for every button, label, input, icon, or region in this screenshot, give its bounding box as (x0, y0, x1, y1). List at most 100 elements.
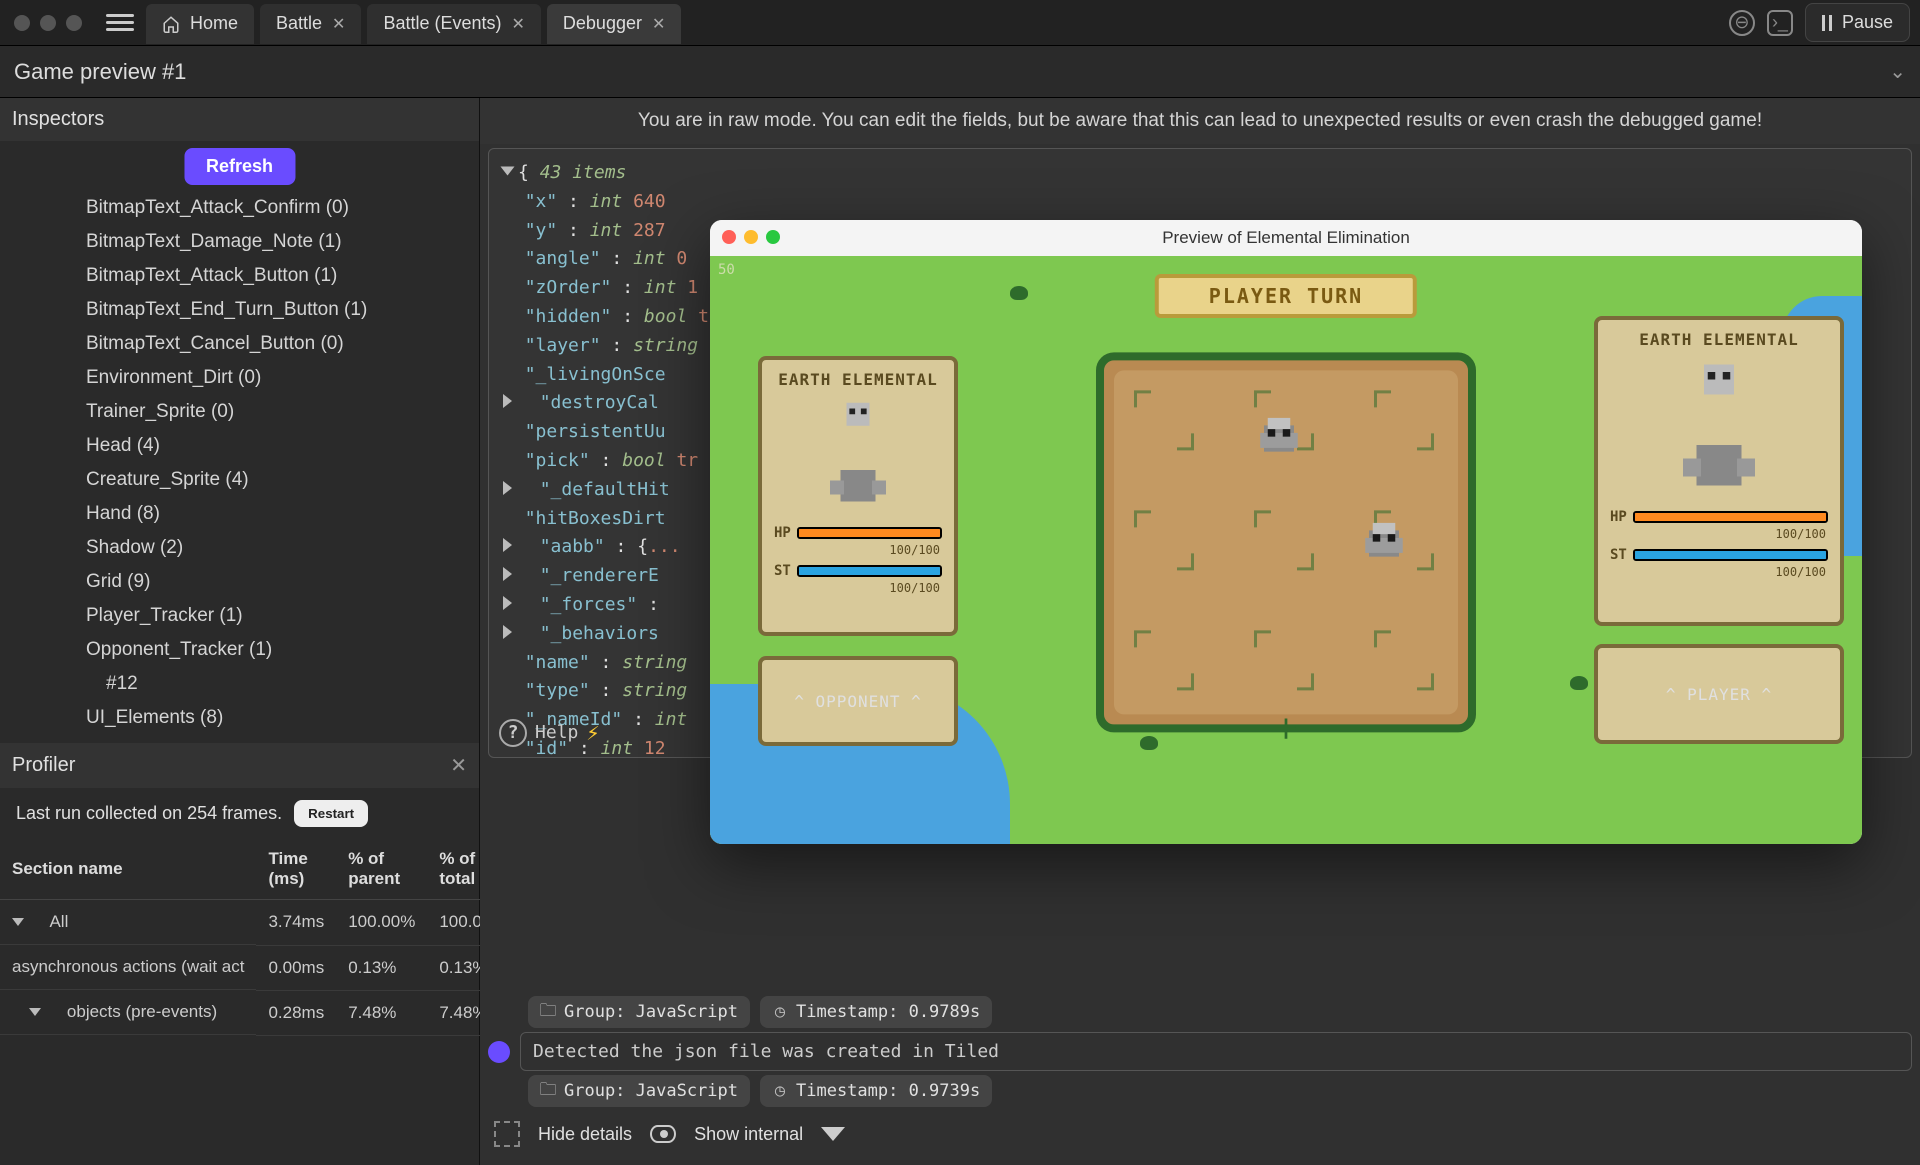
player-card[interactable]: EARTH ELEMENTAL HP 100/100 ST 100/100 (1594, 316, 1844, 626)
json-key: "_livingOnSce (525, 364, 666, 385)
inspectors-list[interactable]: BitmapText_Attack_Confirm (0) BitmapText… (0, 141, 479, 743)
traffic-max-icon[interactable] (66, 15, 82, 31)
tab-home[interactable]: Home (146, 4, 254, 44)
list-item[interactable]: Head (4) (0, 429, 479, 463)
list-item[interactable]: Shadow (2) (0, 531, 479, 565)
chevron-right-icon[interactable] (503, 481, 512, 495)
list-item[interactable]: Player_Tracker (1) (0, 599, 479, 633)
traffic-close-icon[interactable] (722, 230, 736, 244)
list-item[interactable]: BitmapText_Attack_Confirm (0) (0, 191, 479, 225)
traffic-close-icon[interactable] (14, 15, 30, 31)
list-item[interactable]: BitmapText_Cancel_Button (0) (0, 327, 479, 361)
traffic-min-icon[interactable] (40, 15, 56, 31)
json-value[interactable]: 640 (633, 191, 666, 212)
list-item[interactable]: Trainer_Sprite (0) (0, 395, 479, 429)
list-item[interactable]: BitmapText_End_Turn_Button (1) (0, 293, 479, 327)
json-key: "aabb" (540, 536, 605, 557)
log-group-chip[interactable]: 🗀 Group: JavaScript (528, 1075, 750, 1107)
log-group-chip[interactable]: 🗀 Group: JavaScript (528, 996, 750, 1028)
help-icon[interactable]: ? (499, 719, 527, 747)
creature-sprite[interactable] (1354, 515, 1414, 575)
tab-battle-events[interactable]: Battle (Events) ✕ (367, 4, 540, 44)
list-item[interactable]: BitmapText_Damage_Note (1) (0, 225, 479, 259)
chip-label: Group: JavaScript (564, 1002, 738, 1022)
hide-details-toggle[interactable]: Hide details (538, 1124, 632, 1145)
chevron-down-icon[interactable] (29, 1008, 41, 1016)
traffic-min-icon[interactable] (744, 230, 758, 244)
log-timestamp-chip[interactable]: ◷ Timestamp: 0.9739s (760, 1075, 992, 1107)
json-value[interactable]: 287 (633, 220, 666, 241)
hamburger-menu-icon[interactable] (106, 14, 134, 31)
table-row[interactable]: All 3.74ms 100.00% 100.00% (0, 900, 518, 946)
console-toggle-icon[interactable]: ›_ (1767, 10, 1793, 36)
grid-cell[interactable] (1134, 510, 1194, 570)
decoration-grass (1570, 676, 1588, 690)
list-item[interactable]: Opponent_Tracker (1) (0, 633, 479, 667)
chevron-right-icon[interactable] (503, 538, 512, 552)
creature-sprite[interactable] (1249, 410, 1309, 470)
list-item[interactable]: Creature_Sprite (4) (0, 463, 479, 497)
minimap-toggle-icon[interactable]: ⊖ (1729, 10, 1755, 36)
game-window-titlebar[interactable]: Preview of Elemental Elimination (710, 220, 1862, 256)
select-rect-icon[interactable] (494, 1121, 520, 1147)
json-value[interactable]: 1 (687, 277, 698, 298)
opponent-footer-card[interactable]: ^ OPPONENT ^ (758, 656, 958, 746)
grid-cell[interactable] (1254, 510, 1314, 570)
battle-grid[interactable]: ＋ (1096, 352, 1476, 732)
grid-cell[interactable] (1374, 390, 1434, 450)
pause-button[interactable]: Pause (1805, 3, 1910, 42)
restart-button[interactable]: Restart (294, 800, 368, 827)
list-item[interactable]: Grid (9) (0, 565, 479, 599)
grid-cell[interactable] (1374, 630, 1434, 690)
grid-cell[interactable] (1134, 390, 1194, 450)
chevron-down-icon[interactable] (12, 918, 24, 926)
log-message[interactable]: Detected the json file was created in Ti… (520, 1032, 1912, 1071)
chevron-right-icon[interactable] (503, 394, 512, 408)
chevron-right-icon[interactable] (503, 625, 512, 639)
filter-icon[interactable] (821, 1127, 845, 1141)
traffic-max-icon[interactable] (766, 230, 780, 244)
tab-debugger[interactable]: Debugger ✕ (547, 4, 681, 44)
log-timestamp-chip[interactable]: ◷ Timestamp: 0.9789s (760, 996, 992, 1028)
game-preview-window[interactable]: Preview of Elemental Elimination 50 PLAY… (710, 220, 1862, 844)
table-row[interactable]: objects (pre-events) 0.28ms 7.48% 7.48% (0, 990, 518, 1035)
table-row[interactable]: asynchronous actions (wait act 0.00ms 0.… (0, 945, 518, 990)
json-key: "hitBoxesDirt (525, 508, 666, 529)
opponent-card[interactable]: EARTH ELEMENTAL HP 100/100 ST 100/100 (758, 356, 958, 636)
eye-icon[interactable] (650, 1125, 676, 1143)
json-key: "name" (525, 652, 590, 673)
bolt-icon[interactable]: ⚡ (586, 716, 599, 751)
refresh-button[interactable]: Refresh (184, 148, 295, 185)
window-traffic-lights (0, 15, 96, 31)
cell: 7.48% (336, 990, 427, 1035)
add-tile-icon[interactable]: ＋ (1273, 709, 1299, 746)
show-internal-toggle[interactable]: Show internal (694, 1124, 803, 1145)
list-item[interactable]: Hand (8) (0, 497, 479, 531)
chevron-right-icon[interactable] (503, 567, 512, 581)
player-footer-card[interactable]: ^ PLAYER ^ (1594, 644, 1844, 744)
list-item[interactable]: BitmapText_Attack_Button (1) (0, 259, 479, 293)
json-value[interactable]: 0 (676, 248, 687, 269)
help-label[interactable]: Help (535, 719, 578, 748)
col-time[interactable]: Time (ms) (256, 839, 336, 900)
hp-value: 100/100 (1598, 527, 1840, 541)
chevron-down-icon[interactable]: ⌄ (1889, 59, 1906, 84)
chevron-right-icon[interactable] (503, 596, 512, 610)
col-section[interactable]: Section name (0, 839, 256, 900)
grid-cell[interactable] (1254, 630, 1314, 690)
close-icon[interactable]: ✕ (450, 753, 467, 778)
list-item[interactable]: UI_Elements (8) (0, 701, 479, 735)
right-panel: You are in raw mode. You can edit the fi… (480, 98, 1920, 1165)
list-item-child[interactable]: #12 (0, 667, 479, 701)
grid-cell[interactable] (1134, 630, 1194, 690)
close-icon[interactable]: ✕ (332, 14, 345, 34)
tab-battle[interactable]: Battle ✕ (260, 4, 361, 44)
close-icon[interactable]: ✕ (512, 14, 525, 34)
col-parent[interactable]: % of parent (336, 839, 427, 900)
close-icon[interactable]: ✕ (652, 14, 665, 34)
json-value[interactable]: 12 (644, 738, 666, 758)
json-value[interactable]: tr (676, 450, 698, 471)
game-canvas[interactable]: 50 PLAYER TURN (710, 256, 1862, 844)
chevron-down-icon[interactable] (501, 167, 515, 176)
list-item[interactable]: Environment_Dirt (0) (0, 361, 479, 395)
